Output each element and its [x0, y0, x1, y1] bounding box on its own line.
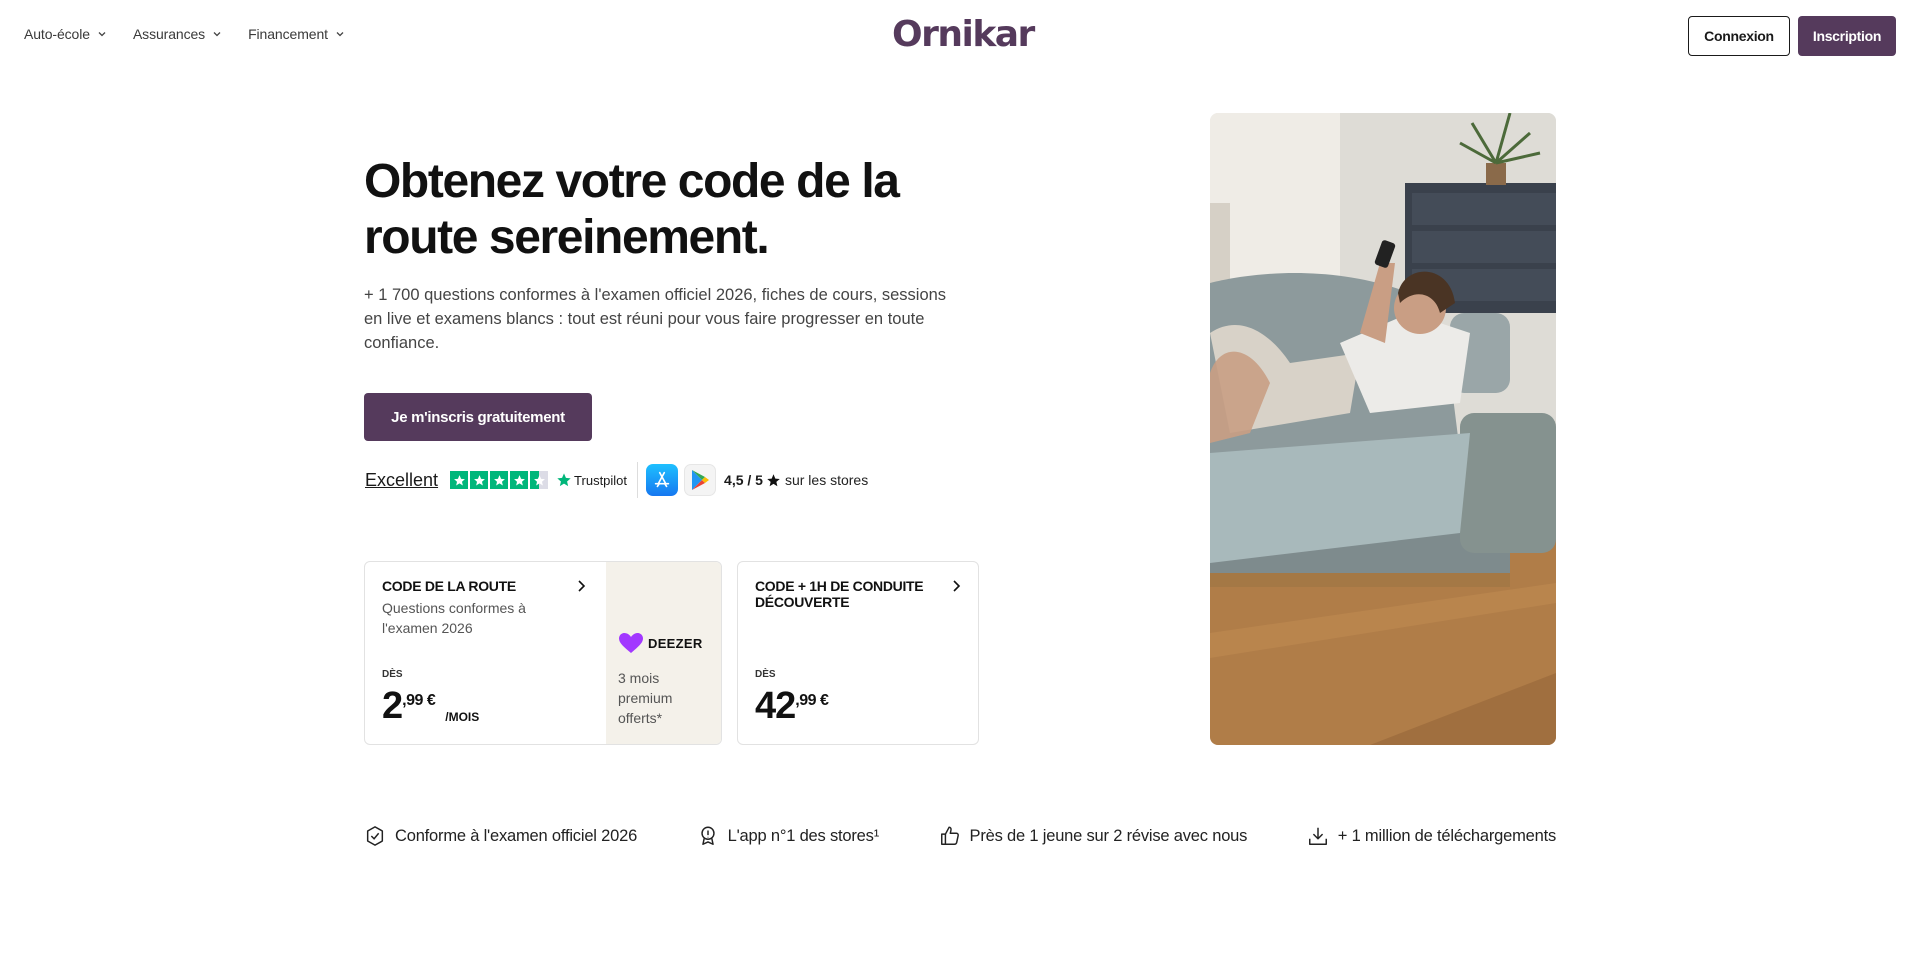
divider: [637, 462, 639, 498]
deezer-logo: DEEZER: [618, 632, 703, 654]
deezer-brand: DEEZER: [648, 635, 703, 651]
price-cents: ,99 €: [402, 692, 436, 709]
chevron-down-icon: [213, 32, 221, 37]
chevron-right-icon: [953, 580, 961, 592]
hero-photo: [1210, 113, 1556, 745]
login-button[interactable]: Connexion: [1688, 16, 1790, 56]
price: 2 ,99 € /MOIS: [382, 686, 479, 726]
signup-button[interactable]: Inscription: [1798, 16, 1896, 56]
price-from-label: DÈS: [755, 669, 776, 680]
shield-check-icon: [366, 826, 384, 846]
nav-item-label: Financement: [248, 26, 328, 42]
nav-item-financement[interactable]: Financement: [248, 26, 345, 42]
price: 42 ,99 €: [755, 685, 829, 727]
price-cents: ,99 €: [795, 692, 829, 709]
signup-free-button[interactable]: Je m'inscris gratuitement: [364, 393, 592, 441]
star-icon: [470, 471, 489, 489]
price-from-label: DÈS: [382, 669, 403, 680]
feature-item: + 1 million de téléchargements: [1307, 825, 1556, 847]
chevron-down-icon: [336, 32, 344, 37]
deezer-promo-text: 3 mois premium offerts*: [618, 670, 673, 726]
star-icon: [510, 471, 529, 489]
hero-title: Obtenez votre code de la route sereineme…: [364, 155, 900, 264]
trustpilot-star-icon: [557, 473, 571, 487]
card-title: CODE DE LA ROUTE: [382, 578, 516, 594]
star-icon: [450, 471, 469, 489]
download-icon: [1308, 827, 1327, 845]
nav-item-assurances[interactable]: Assurances: [133, 26, 222, 42]
price-integer: 2: [382, 685, 403, 727]
deezer-heart-icon: [619, 633, 643, 653]
trustpilot-brand: Trustpilot: [574, 472, 628, 488]
store-score: 4,5 / 5: [724, 472, 781, 488]
chevron-right-icon: [578, 580, 586, 592]
ornikar-logo[interactable]: Ornikar: [892, 14, 1035, 55]
app-store-icon[interactable]: [646, 464, 679, 496]
offer-card-code[interactable]: CODE DE LA ROUTE Questions conformes à l…: [364, 561, 722, 745]
star-icon: [767, 473, 780, 486]
rating-row: Excellent Trustpilot 4,5 / 5 sur les sto…: [365, 462, 869, 498]
store-text: sur les stores: [784, 472, 869, 488]
feature-item: Conforme à l'examen officiel 2026: [364, 825, 637, 847]
chevron-down-icon: [98, 32, 106, 37]
feature-label: Près de 1 jeune sur 2 révise avec nous: [969, 826, 1248, 845]
trustpilot-logo[interactable]: Trustpilot: [556, 472, 627, 488]
trustpilot-rating-link[interactable]: Excellent: [365, 470, 438, 491]
price-integer: 42: [755, 685, 796, 727]
feature-item: Près de 1 jeune sur 2 révise avec nous: [939, 825, 1248, 847]
feature-label: + 1 million de téléchargements: [1337, 826, 1556, 845]
store-score-value: 4,5 / 5: [724, 472, 763, 488]
features-row: Conforme à l'examen officiel 2026 L'app …: [364, 825, 1556, 847]
card-title: CODE + 1H DE CONDUITE DÉCOUVERTE: [755, 578, 924, 610]
site-header: Auto-école Assurances Financement Ornika…: [0, 0, 1920, 72]
card-subtitle: Questions conformes à l'examen 2026: [382, 600, 526, 636]
trustpilot-stars: [450, 471, 549, 489]
star-icon: [490, 471, 509, 489]
feature-label: Conforme à l'examen officiel 2026: [395, 826, 638, 845]
deezer-promo: DEEZER 3 mois premium offerts*: [606, 562, 721, 744]
hero-description: + 1 700 questions conformes à l'examen o…: [364, 286, 947, 352]
nav-item-label: Auto-école: [24, 26, 90, 42]
feature-label: L'app n°1 des stores¹: [727, 826, 880, 845]
half-star-icon: [530, 471, 549, 489]
award-icon: [700, 826, 715, 845]
nav-item-auto-ecole[interactable]: Auto-école: [24, 26, 107, 42]
feature-item: L'app n°1 des stores¹: [697, 825, 879, 847]
offer-card-code-conduite[interactable]: CODE + 1H DE CONDUITE DÉCOUVERTE DÈS 42 …: [737, 561, 979, 745]
nav-item-label: Assurances: [132, 26, 206, 42]
thumbs-up-icon: [940, 826, 959, 845]
main-nav: Auto-école Assurances Financement: [24, 26, 345, 42]
price-unit: /MOIS: [445, 710, 480, 724]
google-play-icon[interactable]: [684, 464, 717, 496]
